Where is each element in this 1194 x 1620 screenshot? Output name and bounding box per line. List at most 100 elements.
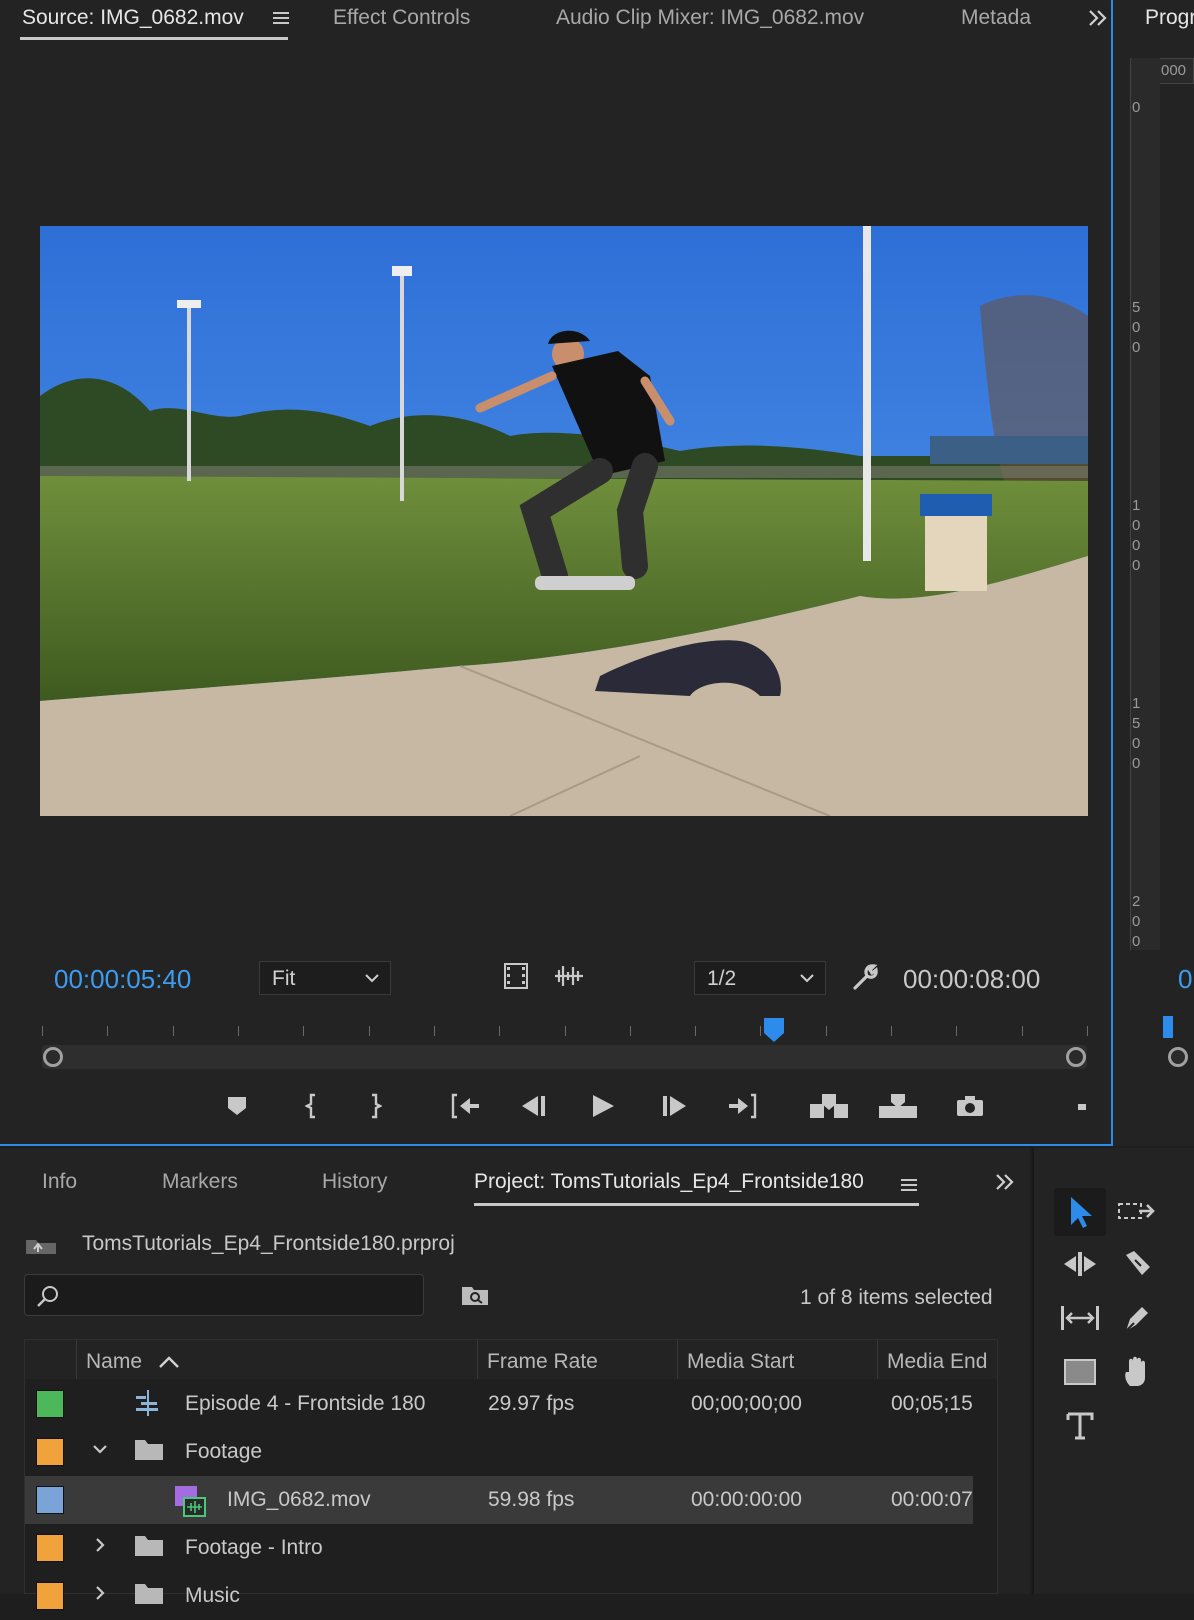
type-icon [1066, 1412, 1094, 1440]
selection-tool-button[interactable] [1054, 1188, 1106, 1236]
insert-icon [810, 1094, 848, 1118]
sort-ascending-icon[interactable] [157, 1354, 181, 1375]
mark-out-button[interactable] [355, 1090, 395, 1122]
search-input[interactable] [67, 1281, 407, 1309]
tab-metadata[interactable]: Metada [961, 6, 1031, 30]
zoom-scrollbar-start-handle[interactable] [43, 1047, 63, 1067]
razor-tool-button[interactable] [1111, 1240, 1163, 1288]
ruler-tick [825, 1026, 827, 1036]
label-color-swatch[interactable] [36, 1534, 64, 1562]
item-media-end: 00;05;15 [891, 1392, 973, 1415]
track-select-tool-button[interactable] [1111, 1188, 1163, 1236]
item-name: IMG_0682.mov [227, 1488, 371, 1511]
camera-icon [957, 1096, 983, 1116]
table-row[interactable]: Music [25, 1572, 973, 1620]
item-name: Episode 4 - Frontside 180 [185, 1392, 426, 1415]
overwrite-button[interactable] [878, 1090, 918, 1122]
active-tab-indicator [20, 37, 288, 40]
ruler-tick [499, 1026, 501, 1036]
hamburger-icon[interactable] [900, 1176, 918, 1199]
step-forward-button[interactable] [654, 1090, 694, 1122]
column-header-media-end[interactable]: Media End [887, 1350, 987, 1374]
insert-button[interactable] [809, 1090, 849, 1122]
slip-tool-button[interactable] [1054, 1294, 1106, 1342]
column-header-frame-rate[interactable]: Frame Rate [487, 1350, 598, 1374]
tab-audio-clip-mixer[interactable]: Audio Clip Mixer: IMG_0682.mov [556, 6, 864, 30]
zoom-scrollbar[interactable] [42, 1045, 1087, 1069]
table-row[interactable]: Footage - Intro [25, 1524, 973, 1572]
hamburger-icon[interactable] [272, 9, 290, 32]
tab-info[interactable]: Info [42, 1170, 77, 1194]
zoom-level-value: Fit [272, 967, 296, 990]
label-color-swatch[interactable] [36, 1390, 64, 1418]
column-header-media-start[interactable]: Media Start [687, 1350, 794, 1374]
playback-resolution-select[interactable]: 1/2 [694, 961, 826, 995]
tab-markers[interactable]: Markers [162, 1170, 238, 1194]
sequence-icon [133, 1388, 163, 1424]
slip-icon [1061, 1306, 1099, 1330]
play-button[interactable] [583, 1090, 623, 1122]
project-bin-up-icon[interactable] [24, 1232, 58, 1261]
disclosure-closed-icon[interactable] [91, 1584, 109, 1608]
tab-history[interactable]: History [322, 1170, 387, 1194]
item-media-start: 00;00;00;00 [691, 1392, 802, 1415]
table-row[interactable]: IMG_0682.mov 59.98 fps 00:00:00:00 00:00:07 [25, 1476, 973, 1524]
ruler-tick [303, 1026, 305, 1036]
double-chevron-right-icon[interactable] [1087, 8, 1109, 33]
ripple-edit-tool-button[interactable] [1054, 1240, 1106, 1288]
zoom-scrollbar-end-handle[interactable] [1066, 1047, 1086, 1067]
table-row[interactable]: Episode 4 - Frontside 180 29.97 fps 00;00;… [25, 1380, 973, 1428]
video-preview[interactable] [40, 226, 1088, 816]
program-timecode[interactable]: 0 [1178, 964, 1192, 995]
table-row[interactable]: Footage [25, 1428, 973, 1476]
item-frame-rate: 59.98 fps [488, 1488, 575, 1511]
tab-source[interactable]: Source: IMG_0682.mov [22, 6, 244, 30]
disclosure-closed-icon[interactable] [91, 1536, 109, 1560]
item-media-start: 00:00:00:00 [691, 1488, 802, 1511]
program-playhead[interactable] [1163, 1016, 1173, 1038]
go-to-in-button[interactable] [446, 1090, 486, 1122]
folder-icon [133, 1532, 165, 1564]
label-color-swatch[interactable] [36, 1438, 64, 1466]
video-clip-icon [173, 1484, 207, 1524]
export-frame-button[interactable] [950, 1090, 990, 1122]
column-divider[interactable] [877, 1339, 878, 1379]
column-divider[interactable] [477, 1339, 478, 1379]
double-chevron-right-icon[interactable] [994, 1172, 1016, 1197]
tab-program[interactable]: Progr [1145, 6, 1194, 30]
panel-menu-dot[interactable] [1078, 1104, 1086, 1110]
current-timecode[interactable]: 00:00:05:40 [54, 964, 191, 995]
ruler-tick [42, 1026, 43, 1036]
track-select-forward-icon [1118, 1203, 1155, 1219]
ruler-mark-2000: 2 0 0 [1132, 892, 1140, 952]
label-color-swatch[interactable] [36, 1486, 64, 1514]
program-scrollbar-handle[interactable] [1168, 1047, 1188, 1067]
column-header-name[interactable]: Name [86, 1350, 142, 1374]
search-field[interactable] [24, 1274, 424, 1316]
duration-timecode: 00:00:08:00 [903, 964, 1041, 994]
wrench-icon[interactable] [849, 962, 879, 997]
step-back-button[interactable] [514, 1090, 554, 1122]
drag-audio-only-icon[interactable] [553, 964, 585, 993]
selection-arrow-icon [1071, 1197, 1092, 1228]
folder-icon [133, 1580, 165, 1612]
hand-tool-button[interactable] [1111, 1348, 1163, 1396]
column-divider[interactable] [677, 1339, 678, 1379]
label-color-swatch[interactable] [36, 1582, 64, 1610]
pen-tool-button[interactable] [1111, 1294, 1163, 1342]
rectangle-tool-button[interactable] [1054, 1348, 1106, 1396]
ruler-label: 000 [1161, 62, 1187, 79]
tab-project[interactable]: Project: TomsTutorials_Ep4_Frontside180 [474, 1170, 864, 1194]
tab-effect-controls[interactable]: Effect Controls [333, 6, 470, 30]
disclosure-open-icon[interactable] [91, 1440, 109, 1464]
type-tool-button[interactable] [1054, 1402, 1106, 1450]
drag-video-only-icon[interactable] [503, 962, 529, 995]
find-bin-icon[interactable] [460, 1283, 490, 1312]
ruler-tick [433, 1026, 435, 1036]
add-marker-button[interactable] [217, 1090, 257, 1122]
ruler-tick [1087, 1026, 1088, 1036]
playhead[interactable] [763, 1017, 785, 1048]
go-to-out-button[interactable] [722, 1090, 762, 1122]
zoom-level-select[interactable]: Fit [259, 961, 391, 995]
mark-in-button[interactable] [292, 1090, 332, 1122]
